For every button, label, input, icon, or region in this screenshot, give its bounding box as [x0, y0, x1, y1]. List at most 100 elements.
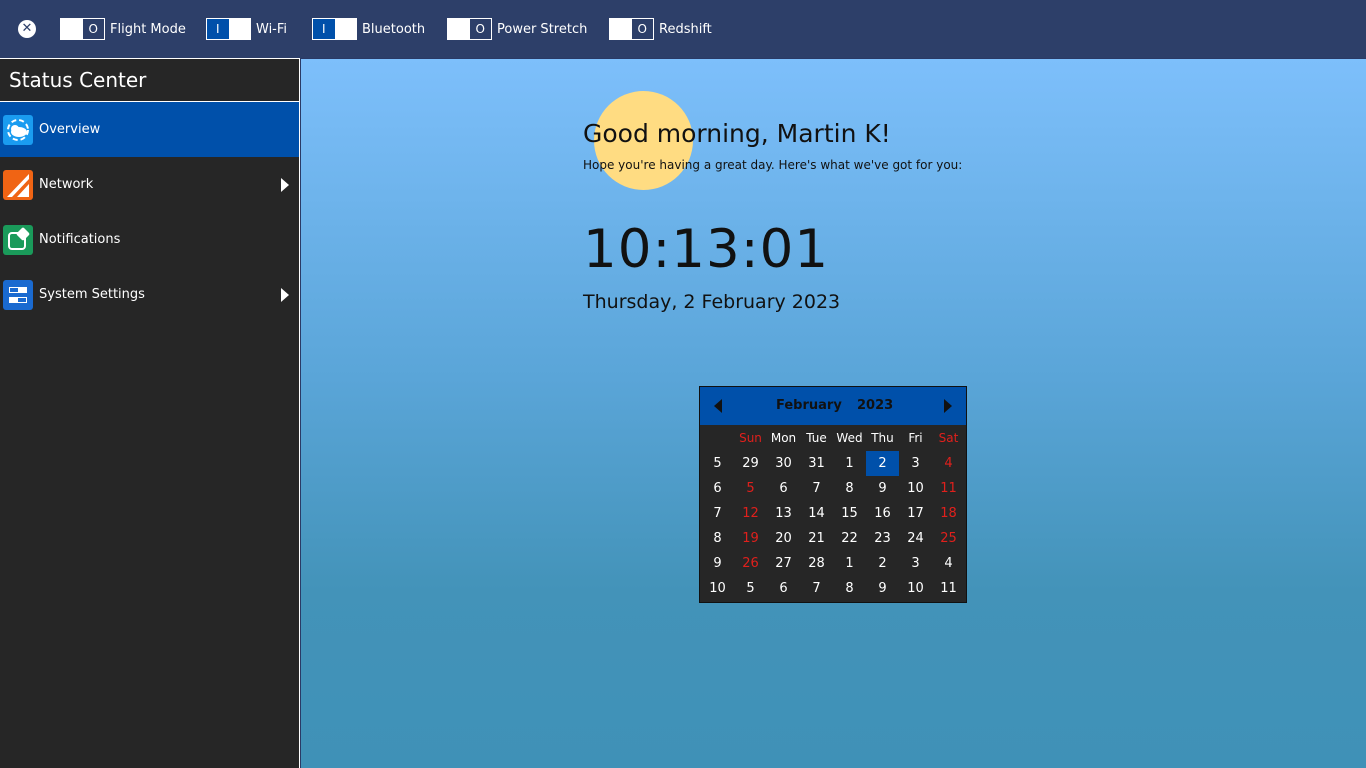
calendar-day[interactable]: 17	[899, 501, 932, 526]
notifications-icon	[3, 224, 33, 255]
close-icon[interactable]: ✕	[18, 20, 36, 38]
calendar-day[interactable]: 4	[932, 451, 965, 476]
clock: 10:13:01	[583, 219, 830, 280]
calendar-day[interactable]: 2	[866, 551, 899, 576]
toggle-flight-mode[interactable]: O Flight Mode	[60, 18, 186, 40]
toggle-power-stretch[interactable]: O Power Stretch	[447, 18, 587, 40]
toggle-off-text	[228, 19, 250, 39]
calendar-day[interactable]: 9	[866, 576, 899, 601]
sidebar-item-network[interactable]: Network	[0, 157, 299, 212]
sidebar-item-notifications[interactable]: Notifications	[0, 212, 299, 267]
calendar-weekday: Tue	[806, 431, 827, 445]
sidebar-item-system-settings[interactable]: System Settings	[0, 267, 299, 322]
toggle-on-text	[610, 19, 632, 39]
sidebar-item-label: System Settings	[39, 287, 145, 302]
calendar-weekday: Mon	[770, 431, 797, 445]
calendar-day[interactable]: 9	[866, 476, 899, 501]
calendar: February 2023 Sun Mon Tue Wed Thu Fri Sat 5 29 30…	[699, 386, 967, 603]
calendar-grid: Sun Mon Tue Wed Thu Fri Sat 5 29 30 31 1 2 3 4 6 5 6 7 8 9 10…	[701, 426, 965, 601]
chevron-left-icon[interactable]	[714, 399, 722, 413]
toggle-label: Bluetooth	[362, 21, 426, 37]
calendar-day[interactable]: 23	[866, 526, 899, 551]
calendar-week-number: 5	[713, 456, 722, 471]
calendar-day[interactable]: 8	[833, 476, 866, 501]
calendar-day[interactable]: 5	[734, 476, 767, 501]
main-panel: Good morning, Martin K! Hope you're havi…	[301, 59, 1366, 768]
toggle-label: Power Stretch	[497, 21, 588, 37]
calendar-weekday: Fri	[908, 431, 923, 445]
calendar-week-number: 6	[713, 481, 722, 496]
calendar-day[interactable]: 3	[899, 551, 932, 576]
calendar-day[interactable]: 19	[734, 526, 767, 551]
calendar-weekday: Sat	[938, 431, 959, 445]
calendar-day[interactable]: 7	[800, 576, 833, 601]
toggle-switch[interactable]: I	[206, 18, 251, 40]
calendar-weekday: Thu	[871, 431, 894, 445]
calendar-week-header	[701, 426, 734, 451]
network-icon	[3, 169, 33, 200]
toggle-switch[interactable]: O	[60, 18, 105, 40]
calendar-day[interactable]: 13	[767, 501, 800, 526]
calendar-day[interactable]: 31	[800, 451, 833, 476]
toggle-on-text: I	[313, 19, 335, 39]
calendar-month[interactable]: February	[776, 398, 842, 413]
calendar-day[interactable]: 24	[899, 526, 932, 551]
sidebar: Status Center Overview Network Notificat…	[0, 58, 300, 768]
calendar-day[interactable]: 10	[899, 476, 932, 501]
toggle-off-text: O	[475, 22, 485, 36]
calendar-day[interactable]: 4	[932, 551, 965, 576]
toggle-wifi[interactable]: I Wi-Fi	[206, 18, 287, 40]
calendar-day[interactable]: 6	[767, 476, 800, 501]
calendar-week-number: 8	[713, 531, 722, 546]
toggle-off-text	[334, 19, 356, 39]
calendar-day[interactable]: 21	[800, 526, 833, 551]
calendar-day[interactable]: 18	[932, 501, 965, 526]
chevron-right-icon[interactable]	[944, 399, 952, 413]
calendar-day[interactable]: 27	[767, 551, 800, 576]
calendar-weekday-row: Sun Mon Tue Wed Thu Fri Sat	[701, 426, 965, 451]
sidebar-item-overview[interactable]: Overview	[0, 102, 299, 157]
calendar-day[interactable]: 11	[932, 476, 965, 501]
calendar-day[interactable]: 3	[899, 451, 932, 476]
sidebar-item-label: Notifications	[39, 232, 121, 247]
toggle-switch[interactable]: O	[609, 18, 654, 40]
toggle-switch[interactable]: I	[312, 18, 357, 40]
calendar-year[interactable]: 2023	[857, 398, 893, 413]
top-bar: ✕ O Flight Mode I Wi-Fi I Bluetooth O Po…	[0, 0, 1366, 58]
calendar-day[interactable]: 16	[866, 501, 899, 526]
toggle-switch[interactable]: O	[447, 18, 492, 40]
toggle-label: Flight Mode	[110, 21, 186, 37]
calendar-day[interactable]: 29	[734, 451, 767, 476]
toggle-on-text	[448, 19, 470, 39]
calendar-day[interactable]: 6	[767, 576, 800, 601]
calendar-day[interactable]: 22	[833, 526, 866, 551]
toggle-label: Wi-Fi	[256, 21, 288, 37]
chevron-right-icon	[281, 177, 289, 192]
calendar-week-row: 5 29 30 31 1 2 3 4	[701, 451, 965, 476]
chevron-right-icon	[281, 287, 289, 302]
calendar-day[interactable]: 10	[899, 576, 932, 601]
toggle-redshift[interactable]: O Redshift	[609, 18, 712, 40]
calendar-day[interactable]: 11	[932, 576, 965, 601]
calendar-day[interactable]: 15	[833, 501, 866, 526]
calendar-day[interactable]: 28	[800, 551, 833, 576]
calendar-day[interactable]: 1	[833, 451, 866, 476]
calendar-day[interactable]: 26	[734, 551, 767, 576]
sidebar-item-label: Network	[39, 177, 94, 192]
calendar-day[interactable]: 5	[734, 576, 767, 601]
calendar-week-row: 9 26 27 28 1 2 3 4	[701, 551, 965, 576]
calendar-day[interactable]: 7	[800, 476, 833, 501]
calendar-day[interactable]: 14	[800, 501, 833, 526]
calendar-day[interactable]: 12	[734, 501, 767, 526]
calendar-day[interactable]: 25	[932, 526, 965, 551]
calendar-day[interactable]: 1	[833, 551, 866, 576]
calendar-week-row: 7 12 13 14 15 16 17 18	[701, 501, 965, 526]
toggle-bluetooth[interactable]: I Bluetooth	[312, 18, 425, 40]
calendar-day[interactable]: 30	[767, 451, 800, 476]
calendar-weekday: Sun	[739, 431, 762, 445]
calendar-day[interactable]: 8	[833, 576, 866, 601]
system-settings-icon	[3, 279, 33, 310]
calendar-day[interactable]: 2	[866, 451, 899, 476]
calendar-day[interactable]: 20	[767, 526, 800, 551]
toggle-off-text: O	[637, 22, 647, 36]
